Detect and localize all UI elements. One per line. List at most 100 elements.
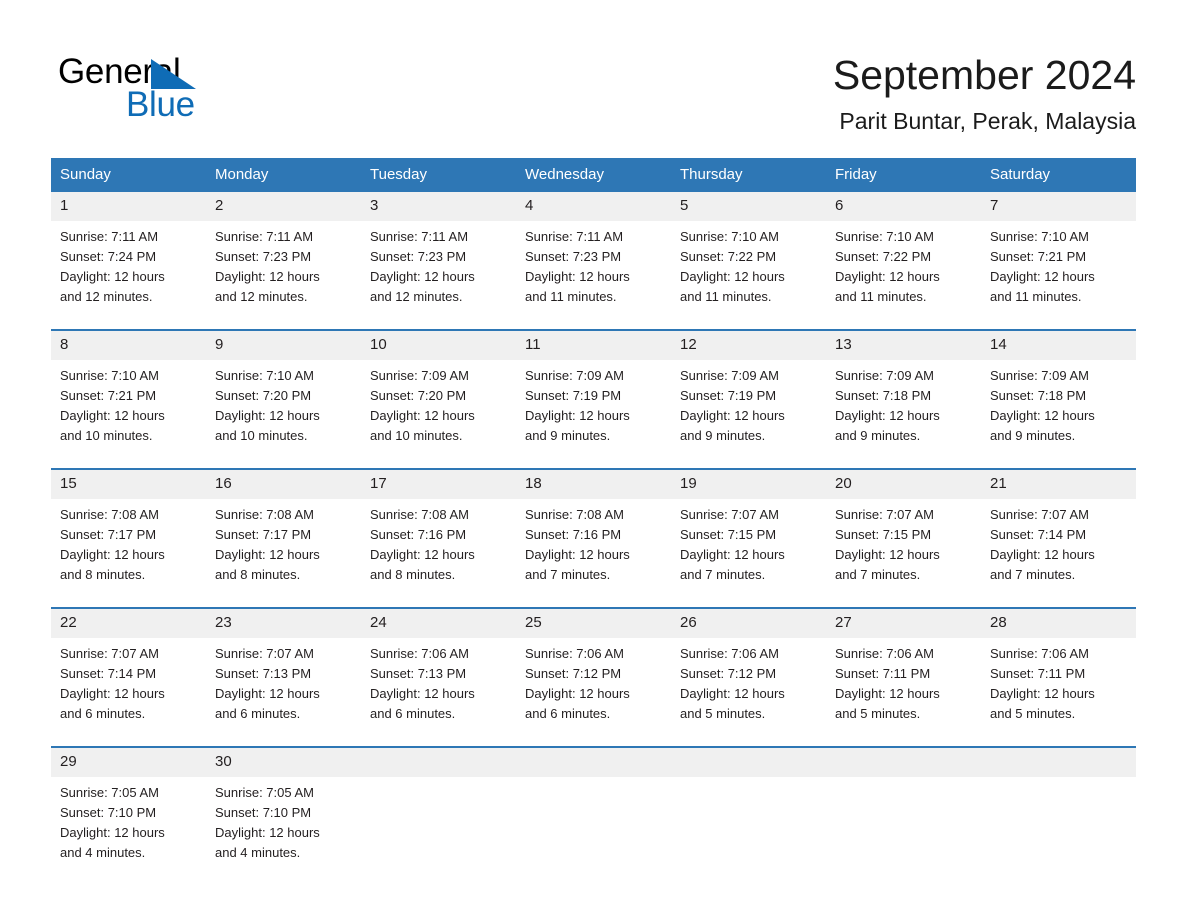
day-number[interactable]: 16	[206, 468, 361, 499]
day-number[interactable]: 11	[516, 329, 671, 360]
sunset-text: Sunset: 7:19 PM	[680, 388, 777, 403]
sunrise-text: Sunrise: 7:10 AM	[680, 229, 779, 244]
daylight-text-line1: Daylight: 12 hours	[60, 269, 165, 284]
sunset-text: Sunset: 7:20 PM	[215, 388, 312, 403]
day-cell[interactable]: Sunrise: 7:06 AM Sunset: 7:11 PM Daylight:…	[981, 638, 1136, 747]
day-cell[interactable]: Sunrise: 7:10 AM Sunset: 7:21 PM Daylight:…	[51, 360, 206, 469]
daylight-text-line1: Daylight: 12 hours	[525, 547, 630, 562]
day-cell-empty	[361, 777, 516, 885]
weekday-header-monday: Monday	[206, 158, 361, 192]
sunrise-text: Sunrise: 7:06 AM	[990, 646, 1089, 661]
day-number[interactable]: 17	[361, 468, 516, 499]
day-cell[interactable]: Sunrise: 7:11 AM Sunset: 7:23 PM Daylight:…	[516, 221, 671, 330]
day-number[interactable]: 20	[826, 468, 981, 499]
day-cell[interactable]: Sunrise: 7:11 AM Sunset: 7:23 PM Daylight:…	[206, 221, 361, 330]
week-daynumber-row: 15 16 17 18 19 20 21	[51, 468, 1136, 499]
day-cell[interactable]: Sunrise: 7:07 AM Sunset: 7:15 PM Daylight:…	[826, 499, 981, 608]
day-cell[interactable]: Sunrise: 7:09 AM Sunset: 7:19 PM Daylight:…	[516, 360, 671, 469]
day-number[interactable]: 18	[516, 468, 671, 499]
sunset-text: Sunset: 7:17 PM	[60, 527, 157, 542]
day-cell[interactable]: Sunrise: 7:10 AM Sunset: 7:21 PM Daylight:…	[981, 221, 1136, 330]
day-cell[interactable]: Sunrise: 7:09 AM Sunset: 7:18 PM Daylight:…	[826, 360, 981, 469]
day-number[interactable]: 21	[981, 468, 1136, 499]
week-detail-row: Sunrise: 7:10 AM Sunset: 7:21 PM Daylight:…	[51, 360, 1136, 469]
sunset-text: Sunset: 7:22 PM	[835, 249, 932, 264]
day-number-empty	[516, 746, 671, 777]
day-cell[interactable]: Sunrise: 7:10 AM Sunset: 7:22 PM Daylight:…	[671, 221, 826, 330]
day-number[interactable]: 6	[826, 192, 981, 221]
day-number[interactable]: 12	[671, 329, 826, 360]
week-daynumber-row: 1234567	[51, 192, 1136, 221]
day-cell[interactable]: Sunrise: 7:06 AM Sunset: 7:12 PM Daylight:…	[516, 638, 671, 747]
day-number[interactable]: 8	[51, 329, 206, 360]
day-cell[interactable]: Sunrise: 7:10 AM Sunset: 7:22 PM Daylight:…	[826, 221, 981, 330]
sunset-text: Sunset: 7:21 PM	[990, 249, 1087, 264]
day-cell[interactable]: Sunrise: 7:05 AM Sunset: 7:10 PM Daylight:…	[206, 777, 361, 885]
sunset-text: Sunset: 7:11 PM	[990, 666, 1086, 681]
sunrise-text: Sunrise: 7:10 AM	[60, 368, 159, 383]
daylight-text-line1: Daylight: 12 hours	[370, 269, 475, 284]
day-number[interactable]: 24	[361, 607, 516, 638]
day-cell[interactable]: Sunrise: 7:08 AM Sunset: 7:17 PM Daylight:…	[51, 499, 206, 608]
daylight-text-line1: Daylight: 12 hours	[990, 686, 1095, 701]
daylight-text-line2: and 8 minutes.	[60, 567, 146, 582]
title-block: September 2024 Parit Buntar, Perak, Mala…	[833, 50, 1136, 135]
day-number[interactable]: 28	[981, 607, 1136, 638]
daylight-text-line2: and 6 minutes.	[215, 706, 301, 721]
day-cell[interactable]: Sunrise: 7:11 AM Sunset: 7:23 PM Daylight:…	[361, 221, 516, 330]
day-number[interactable]: 29	[51, 746, 206, 777]
day-cell[interactable]: Sunrise: 7:06 AM Sunset: 7:11 PM Daylight:…	[826, 638, 981, 747]
daylight-text-line2: and 6 minutes.	[370, 706, 456, 721]
day-number-empty	[671, 746, 826, 777]
generalblue-logo[interactable]: General Blue	[58, 52, 388, 130]
day-cell[interactable]: Sunrise: 7:07 AM Sunset: 7:13 PM Daylight:…	[206, 638, 361, 747]
day-number[interactable]: 2	[206, 192, 361, 221]
day-number-empty	[826, 746, 981, 777]
day-cell[interactable]: Sunrise: 7:09 AM Sunset: 7:20 PM Daylight:…	[361, 360, 516, 469]
daylight-text-line1: Daylight: 12 hours	[680, 408, 785, 423]
daylight-text-line1: Daylight: 12 hours	[680, 269, 785, 284]
day-cell[interactable]: Sunrise: 7:09 AM Sunset: 7:18 PM Daylight:…	[981, 360, 1136, 469]
calendar-grid: Sunday Monday Tuesday Wednesday Thursday…	[51, 158, 1136, 885]
day-number[interactable]: 13	[826, 329, 981, 360]
daylight-text-line2: and 10 minutes.	[370, 428, 463, 443]
sunset-text: Sunset: 7:16 PM	[525, 527, 622, 542]
daylight-text-line2: and 11 minutes.	[680, 289, 772, 304]
day-number[interactable]: 25	[516, 607, 671, 638]
sunrise-text: Sunrise: 7:09 AM	[990, 368, 1089, 383]
day-number[interactable]: 5	[671, 192, 826, 221]
day-number[interactable]: 19	[671, 468, 826, 499]
day-cell[interactable]: Sunrise: 7:07 AM Sunset: 7:14 PM Daylight:…	[981, 499, 1136, 608]
day-cell-empty	[981, 777, 1136, 885]
day-number[interactable]: 3	[361, 192, 516, 221]
day-cell[interactable]: Sunrise: 7:05 AM Sunset: 7:10 PM Daylight:…	[51, 777, 206, 885]
day-number[interactable]: 23	[206, 607, 361, 638]
daylight-text-line2: and 8 minutes.	[215, 567, 301, 582]
sunset-text: Sunset: 7:20 PM	[370, 388, 467, 403]
day-number[interactable]: 26	[671, 607, 826, 638]
day-number[interactable]: 7	[981, 192, 1136, 221]
day-number[interactable]: 10	[361, 329, 516, 360]
sunset-text: Sunset: 7:15 PM	[680, 527, 777, 542]
sunset-text: Sunset: 7:15 PM	[835, 527, 932, 542]
day-cell[interactable]: Sunrise: 7:07 AM Sunset: 7:15 PM Daylight:…	[671, 499, 826, 608]
day-cell[interactable]: Sunrise: 7:07 AM Sunset: 7:14 PM Daylight:…	[51, 638, 206, 747]
day-number[interactable]: 4	[516, 192, 671, 221]
day-cell[interactable]: Sunrise: 7:06 AM Sunset: 7:12 PM Daylight:…	[671, 638, 826, 747]
day-cell[interactable]: Sunrise: 7:11 AM Sunset: 7:24 PM Daylight:…	[51, 221, 206, 330]
day-number[interactable]: 14	[981, 329, 1136, 360]
day-cell[interactable]: Sunrise: 7:10 AM Sunset: 7:20 PM Daylight:…	[206, 360, 361, 469]
day-number[interactable]: 15	[51, 468, 206, 499]
day-cell[interactable]: Sunrise: 7:08 AM Sunset: 7:16 PM Daylight:…	[516, 499, 671, 608]
day-number[interactable]: 22	[51, 607, 206, 638]
day-cell[interactable]: Sunrise: 7:06 AM Sunset: 7:13 PM Daylight:…	[361, 638, 516, 747]
day-cell[interactable]: Sunrise: 7:09 AM Sunset: 7:19 PM Daylight:…	[671, 360, 826, 469]
day-number[interactable]: 27	[826, 607, 981, 638]
day-cell[interactable]: Sunrise: 7:08 AM Sunset: 7:16 PM Daylight:…	[361, 499, 516, 608]
day-number[interactable]: 1	[51, 192, 206, 221]
day-number[interactable]: 30	[206, 746, 361, 777]
day-cell[interactable]: Sunrise: 7:08 AM Sunset: 7:17 PM Daylight:…	[206, 499, 361, 608]
sunrise-text: Sunrise: 7:10 AM	[990, 229, 1089, 244]
sunrise-text: Sunrise: 7:07 AM	[990, 507, 1089, 522]
day-number[interactable]: 9	[206, 329, 361, 360]
